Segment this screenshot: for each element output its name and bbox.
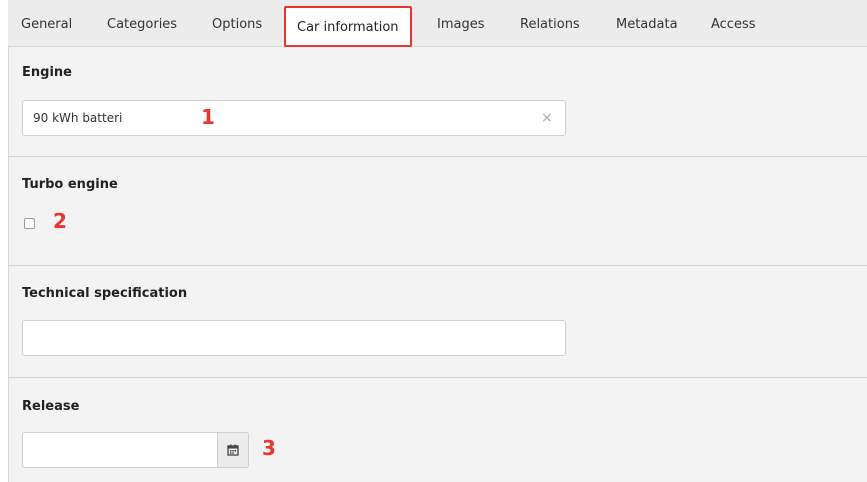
tab-access[interactable]: Access	[711, 0, 756, 47]
technical-specification-label: Technical specification	[22, 286, 188, 301]
release-section: Release 3	[9, 378, 867, 482]
turbo-engine-section: Turbo engine 2	[9, 157, 867, 265]
turbo-engine-label: Turbo engine	[22, 177, 118, 192]
record-editor: General Categories Options Car informati…	[0, 0, 867, 482]
technical-specification-section: Technical specification	[9, 266, 867, 377]
tab-relations[interactable]: Relations	[520, 0, 580, 47]
tab-bar: General Categories Options Car informati…	[8, 0, 867, 47]
annotation-marker-3: 3	[262, 436, 276, 460]
tab-options[interactable]: Options	[212, 0, 262, 47]
engine-section: Engine × 1	[9, 47, 867, 156]
turbo-engine-checkbox[interactable]	[24, 218, 35, 229]
clear-icon[interactable]: ×	[541, 111, 553, 125]
release-date-input[interactable]	[22, 432, 217, 468]
technical-specification-input[interactable]	[22, 320, 566, 356]
form-panel: Engine × 1 Turbo engine 2 Technical spec…	[8, 47, 867, 482]
tab-categories[interactable]: Categories	[107, 0, 177, 47]
annotation-marker-1: 1	[201, 105, 215, 129]
calendar-icon	[227, 444, 239, 456]
tab-images[interactable]: Images	[437, 0, 485, 47]
release-label: Release	[22, 399, 80, 414]
date-picker-button[interactable]	[217, 432, 249, 468]
tab-metadata[interactable]: Metadata	[616, 0, 678, 47]
engine-label: Engine	[22, 65, 72, 80]
tab-car-information[interactable]: Car information	[284, 6, 412, 47]
annotation-marker-2: 2	[53, 209, 67, 233]
engine-input[interactable]	[22, 100, 566, 136]
tab-general[interactable]: General	[21, 0, 72, 47]
